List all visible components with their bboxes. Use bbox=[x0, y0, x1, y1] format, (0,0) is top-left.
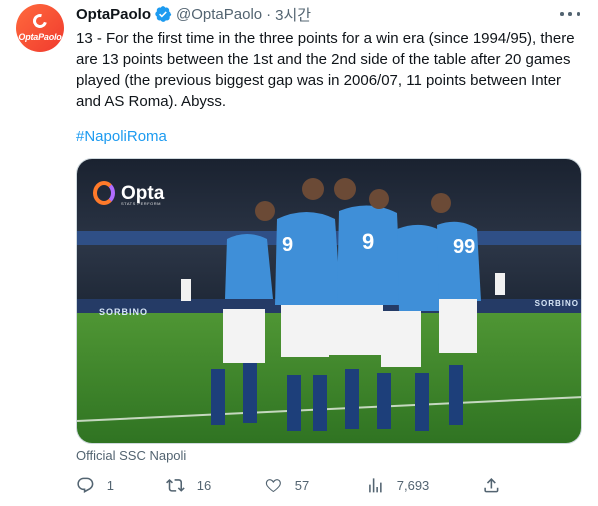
views-chart-icon bbox=[369, 478, 382, 493]
opta-logo-text: Opta bbox=[121, 182, 165, 204]
reply-count: 1 bbox=[106, 477, 114, 493]
verified-badge-icon[interactable] bbox=[154, 5, 172, 23]
svg-text:99: 99 bbox=[453, 236, 475, 258]
opta-logo: Opta STATS PERFORM bbox=[93, 181, 165, 206]
svg-text:9: 9 bbox=[362, 229, 374, 254]
like-count: 57 bbox=[294, 477, 310, 493]
tweet-text: 13 - For the first time in the three poi… bbox=[76, 30, 575, 110]
author-handle[interactable]: @OptaPaolo bbox=[176, 6, 262, 23]
hashtag-link[interactable]: #NapoliRoma bbox=[76, 126, 167, 147]
advertising-board-right: SORBINO bbox=[534, 299, 579, 308]
more-options-icon[interactable] bbox=[560, 6, 580, 22]
avatar[interactable]: OptaPaolo bbox=[16, 4, 64, 52]
author-name[interactable]: OptaPaolo bbox=[76, 6, 151, 23]
retweet-button[interactable]: 16 bbox=[166, 476, 211, 495]
views-button[interactable]: 7,693 bbox=[366, 476, 429, 495]
tweet-header: OptaPaolo @OptaPaolo · 3시간 bbox=[76, 4, 311, 24]
reply-icon bbox=[77, 477, 94, 493]
tweet-media-photo[interactable]: 9 9 99 Opta STATS PERFORM SORBINO SORBIN… bbox=[76, 158, 582, 444]
share-button[interactable] bbox=[482, 476, 501, 500]
opta-logo-icon bbox=[93, 181, 115, 205]
retweet-icon bbox=[166, 479, 185, 492]
like-button[interactable]: 57 bbox=[264, 476, 309, 495]
share-icon bbox=[484, 478, 499, 493]
reply-button[interactable]: 1 bbox=[76, 476, 114, 495]
svg-text:9: 9 bbox=[282, 234, 293, 256]
heart-icon bbox=[265, 479, 281, 493]
advertising-board-left: SORBINO bbox=[99, 307, 149, 317]
tweet-actions: 1 16 57 7,693 bbox=[76, 476, 496, 496]
separator: · bbox=[266, 5, 272, 23]
media-caption[interactable]: Official SSC Napoli bbox=[76, 448, 186, 463]
opta-icon bbox=[30, 11, 50, 31]
avatar-label: OptaPaolo bbox=[18, 32, 62, 42]
opta-logo-subtext: STATS PERFORM bbox=[121, 201, 161, 206]
timestamp[interactable]: 3시간 bbox=[275, 4, 311, 25]
retweet-count: 16 bbox=[196, 477, 212, 493]
views-count: 7,693 bbox=[396, 477, 430, 493]
